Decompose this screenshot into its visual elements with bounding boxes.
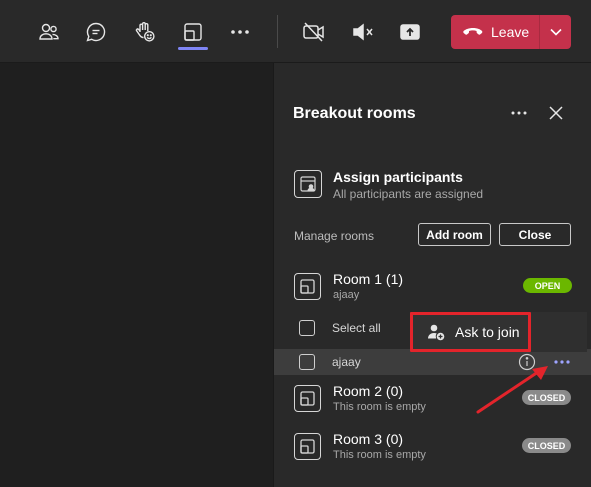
- ask-to-join-menu-item[interactable]: Ask to join: [410, 312, 531, 352]
- participant-checkbox[interactable]: [299, 354, 315, 370]
- share-screen-icon[interactable]: [392, 14, 428, 50]
- manage-rooms-label: Manage rooms: [294, 229, 375, 243]
- meeting-toolbar: Leave: [0, 0, 591, 63]
- select-all-label: Select all: [332, 321, 381, 335]
- raise-hand-icon[interactable]: [127, 14, 163, 50]
- panel-more-options-icon[interactable]: [508, 103, 530, 123]
- status-badge: OPEN: [523, 278, 572, 293]
- status-badge: CLOSED: [522, 438, 571, 453]
- room-subtitle: This room is empty: [333, 401, 426, 413]
- close-rooms-button[interactable]: Close: [499, 223, 571, 246]
- leave-button[interactable]: Leave: [451, 15, 571, 49]
- more-actions-icon[interactable]: [222, 14, 258, 50]
- mic-muted-icon[interactable]: [345, 14, 381, 50]
- leave-label: Leave: [491, 24, 530, 40]
- room-icon: [294, 273, 321, 300]
- room-subtitle: ajaay: [333, 289, 360, 301]
- panel-close-icon[interactable]: [546, 103, 566, 123]
- ask-to-join-label: Ask to join: [455, 324, 520, 340]
- person-add-icon: [428, 324, 445, 341]
- annotation-arrow: [476, 366, 548, 414]
- participant-name: ajaay: [332, 355, 361, 369]
- room-title: Room 2 (0): [333, 383, 404, 399]
- panel-title: Breakout rooms: [293, 105, 416, 122]
- room-title: Room 3 (0): [333, 431, 404, 447]
- room-subtitle: This room is empty: [333, 449, 426, 461]
- room-item[interactable]: Room 3 (0) This room is empty CLOSED: [293, 429, 573, 465]
- select-all-checkbox[interactable]: [299, 320, 315, 336]
- meeting-stage: [0, 63, 273, 487]
- room-item[interactable]: Room 1 (1) ajaay OPEN: [293, 269, 573, 305]
- toolbar-divider: [277, 15, 278, 48]
- active-tab-indicator: [178, 47, 208, 50]
- add-room-button[interactable]: Add room: [418, 223, 491, 246]
- chat-icon[interactable]: [78, 14, 114, 50]
- room-icon: [294, 433, 321, 460]
- leave-main[interactable]: Leave: [451, 15, 539, 49]
- breakout-rooms-icon[interactable]: [175, 14, 211, 50]
- assign-participants-item[interactable]: Assign participants All participants are…: [293, 167, 573, 207]
- assign-participants-title: Assign participants: [333, 169, 463, 185]
- leave-options-button[interactable]: [540, 15, 571, 49]
- people-icon[interactable]: [31, 14, 67, 50]
- hang-up-icon: [463, 28, 483, 35]
- room-title: Room 1 (1): [333, 271, 404, 287]
- chevron-down-icon: [549, 28, 562, 36]
- breakout-rooms-panel: Breakout rooms Assign participants All p…: [273, 63, 591, 487]
- assign-participants-subtitle: All participants are assigned: [333, 187, 484, 201]
- camera-off-icon[interactable]: [296, 14, 332, 50]
- assign-participants-icon: [294, 170, 322, 198]
- room-icon: [294, 385, 321, 412]
